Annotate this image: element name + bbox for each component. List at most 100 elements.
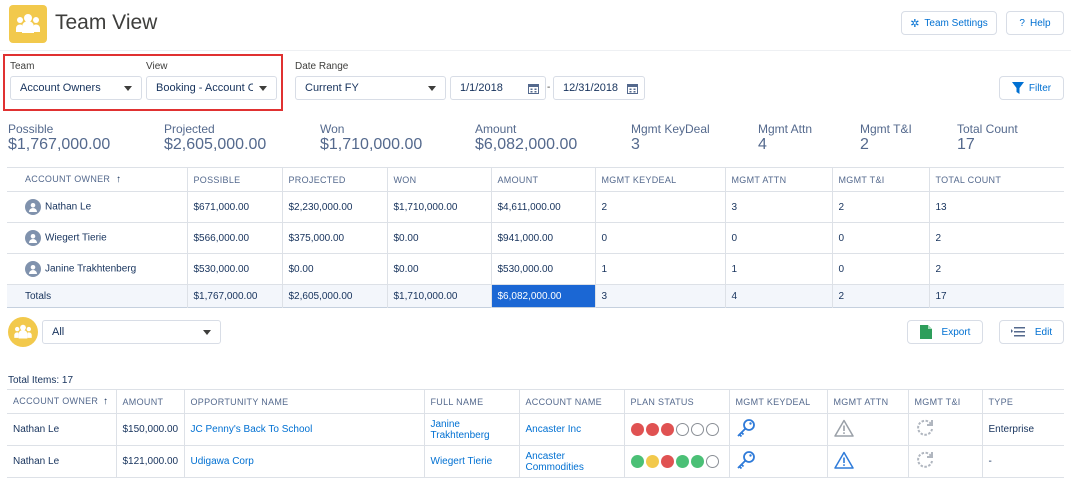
summary-amount: Amount $6,082,000.00 [475,122,577,154]
column-header-projected[interactable]: PROJECTED [282,167,388,192]
table-header-row: ACCOUNT OWNER ↑ POSSIBLE PROJECTED WON A… [7,167,1064,192]
help-button[interactable]: ? Help [1006,11,1064,35]
won-total: $1,710,000.00 [387,284,492,308]
team-label: Team [10,61,35,72]
column-header-plan-status[interactable]: PLAN STATUS [624,389,730,414]
table-row[interactable]: Nathan Le $121,000.00 Udigawa Corp Wiegert … [7,445,1064,478]
calendar-icon[interactable] [627,83,638,94]
edit-label: Edit [1034,326,1053,338]
table-row[interactable]: Janine Trakhtenberg $530,000.00 $0.00 $0… [7,253,1064,285]
warning-icon[interactable] [833,451,854,469]
opportunity-table: ACCOUNT OWNER ↑ AMOUNT OPPORTUNITY NAME … [7,389,1064,478]
keydeal-cell: 0 [595,222,726,254]
refresh-icon[interactable] [915,418,935,438]
column-header-opportunity-name[interactable]: OPPORTUNITY NAME [184,389,425,414]
chevron-down-icon [428,85,436,91]
attn-total: 4 [725,284,833,308]
totals-row: Totals $1,767,000.00 $2,605,000.00 $1,71… [7,284,1064,308]
status-dot-empty [690,423,704,436]
column-header-possible[interactable]: POSSIBLE [187,167,283,192]
amount-cell: $941,000.00 [491,222,596,254]
summary-label: Possible [8,122,54,136]
warning-icon[interactable] [833,419,854,437]
column-header-mgmt-keydeal[interactable]: MGMT KEYDEAL [595,167,726,192]
type-cell: Enterprise [988,424,1035,435]
won-cell: $0.00 [387,253,492,285]
summary-label: Won [320,122,345,136]
end-date-input[interactable]: 12/31/2018 [553,76,645,100]
user-icon [29,265,37,274]
column-header-account-name[interactable]: ACCOUNT NAME [519,389,625,414]
full-name-link[interactable]: Wiegert Tierie [424,445,520,478]
summary-mgmt-ti: Mgmt T&I 2 [860,122,912,154]
account-name-link[interactable]: Ancaster Commodities [519,445,625,478]
possible-cell: $530,000.00 [187,253,283,285]
start-date-input[interactable]: 1/1/2018 [450,76,546,100]
column-header-amount[interactable]: AMOUNT [116,389,185,414]
column-header-won[interactable]: WON [387,167,492,192]
opportunity-link[interactable]: Udigawa Corp [184,445,425,478]
amount-cell: $121,000.00 [116,445,185,478]
status-dot [675,455,689,468]
column-header-type[interactable]: TYPE [982,390,1064,414]
column-header-mgmt-ti[interactable]: MGMT T&I [832,167,930,192]
status-dot [630,455,644,468]
summary-mgmt-attn: Mgmt Attn 4 [758,122,812,154]
avatar [25,261,41,277]
end-date-value: 12/31/2018 [563,82,619,94]
team-select[interactable]: Account Owners [10,76,142,100]
calendar-icon[interactable] [528,83,539,94]
column-header-amount[interactable]: AMOUNT [491,167,596,192]
full-name-link[interactable]: Janine Trakhtenberg [424,413,520,446]
projected-cell: $375,000.00 [282,222,388,254]
key-icon[interactable] [736,418,756,438]
sort-asc-icon[interactable]: ↑ [116,174,121,185]
ti-cell [908,445,983,478]
column-header-mgmt-keydeal[interactable]: MGMT KEYDEAL [729,389,828,414]
refresh-icon[interactable] [915,450,935,470]
key-icon[interactable] [736,450,756,470]
status-dot [690,455,704,468]
column-header-mgmt-attn[interactable]: MGMT ATTN [725,167,833,192]
date-separator: - [547,82,551,93]
column-header-mgmt-attn[interactable]: MGMT ATTN [827,389,909,414]
owner-cell: Nathan Le [7,413,117,446]
table-row[interactable]: Nathan Le $150,000.00 JC Penny's Back To S… [7,413,1064,446]
column-header-total-count[interactable]: TOTAL COUNT [929,168,1064,192]
attn-cell [827,413,909,446]
amount-total[interactable]: $6,082,000.00 [491,284,596,308]
column-header-mgmt-ti[interactable]: MGMT T&I [908,389,983,414]
status-dot [660,423,674,436]
status-dot [660,455,674,468]
date-range-select[interactable]: Current FY [295,76,446,100]
summary-label: Total Count [957,122,1018,136]
excel-icon [919,325,932,339]
attn-cell: 1 [725,253,833,285]
view-label: View [146,61,168,72]
team-settings-button[interactable]: ✲ Team Settings [901,11,997,35]
column-header-account-owner[interactable]: ACCOUNT OWNER ↑ [7,167,188,192]
column-header-account-owner[interactable]: ACCOUNT OWNER ↑ [7,389,117,414]
filter-button[interactable]: Filter [999,76,1064,100]
status-dot-empty [705,455,719,468]
ti-cell: 0 [832,253,930,285]
list-filter-select[interactable]: All [42,320,221,344]
summary-value: $1,767,000.00 [8,136,111,153]
view-select[interactable]: Booking - Account Ov [146,76,277,100]
table-row[interactable]: Wiegert Tierie $566,000.00 $375,000.00 $… [7,222,1064,254]
team-settings-label: Team Settings [924,17,988,29]
edit-button[interactable]: Edit [999,320,1064,344]
projected-total: $2,605,000.00 [282,284,388,308]
edit-columns-icon [1010,327,1025,337]
sort-asc-icon[interactable]: ↑ [103,396,108,407]
attn-cell: 3 [725,191,833,223]
team-avatar [8,317,38,347]
summary-value: $6,082,000.00 [475,136,578,153]
page-title: Team View [55,11,158,34]
column-header-full-name[interactable]: FULL NAME [424,389,520,414]
account-name-link[interactable]: Ancaster Inc [519,413,625,446]
projected-cell: $2,230,000.00 [282,191,388,223]
export-button[interactable]: Export [907,320,983,344]
table-row[interactable]: Nathan Le $671,000.00 $2,230,000.00 $1,7… [7,191,1064,223]
opportunity-link[interactable]: JC Penny's Back To School [184,413,425,446]
